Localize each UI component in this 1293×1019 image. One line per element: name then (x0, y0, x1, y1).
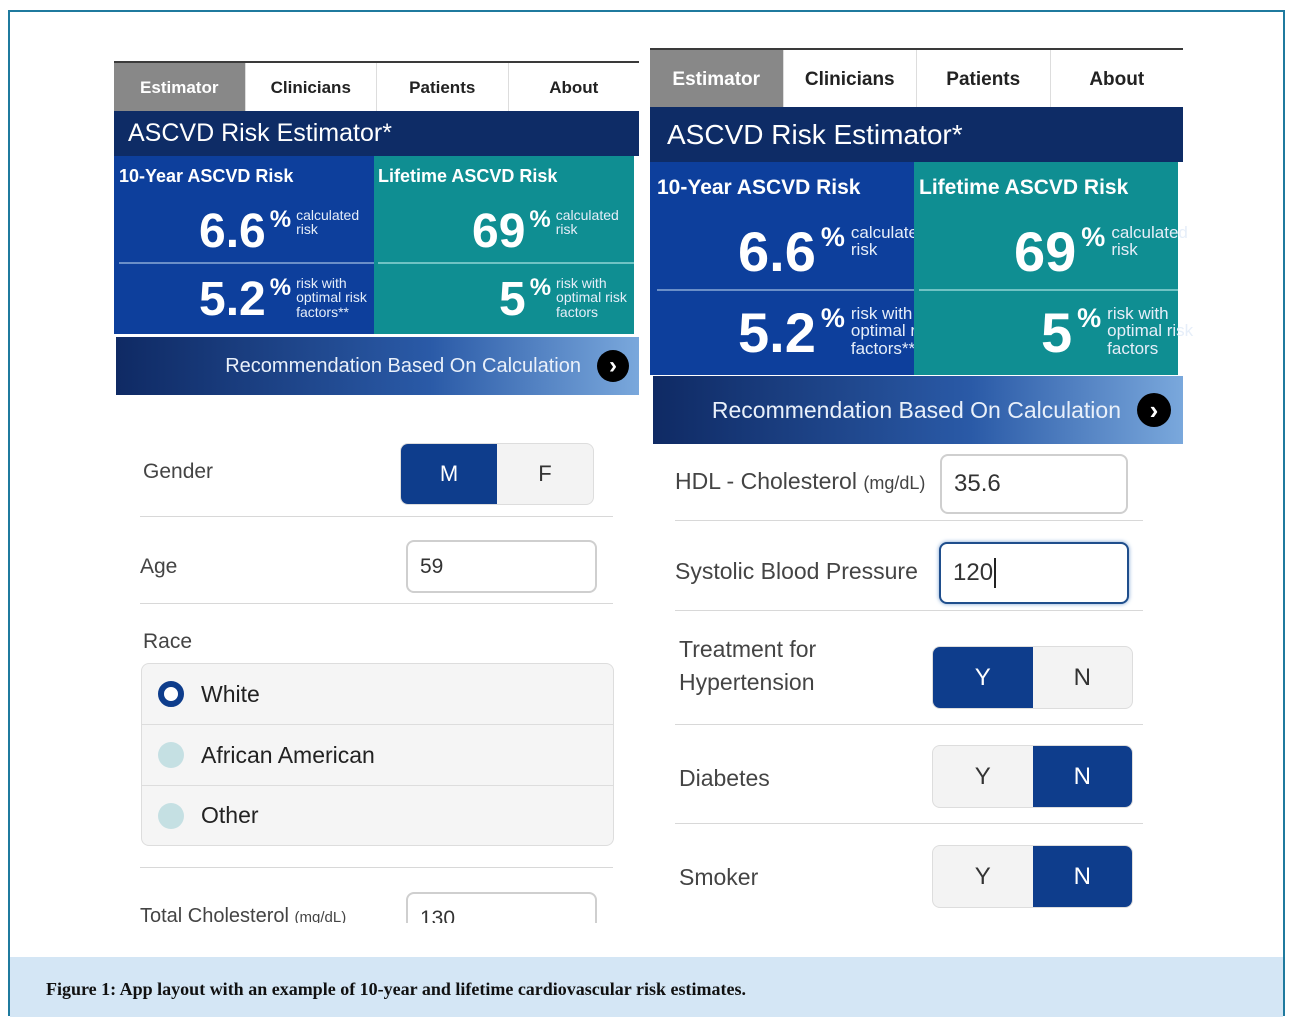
ten-year-calculated-note: calculated risk (296, 207, 360, 238)
divider (378, 262, 634, 264)
hdl-label: HDL - Cholesterol (mg/dL) (675, 468, 926, 494)
diabetes-option-y[interactable]: Y (933, 746, 1033, 807)
risk-panel: 10-Year ASCVD Risk 6.6 % calculated risk… (650, 162, 1193, 375)
lifetime-optimal-note: risk with optimal risk factors (1107, 304, 1194, 358)
age-label: Age (140, 555, 178, 578)
percent-sign: % (269, 274, 292, 301)
smoker-label: Smoker (679, 864, 759, 890)
ten-year-optimal-value: 5.2 (199, 273, 266, 326)
sbp-input[interactable]: 120 (939, 542, 1129, 604)
lifetime-calculated-value: 69 (1014, 220, 1077, 283)
text-cursor (994, 558, 997, 588)
hypertension-label: Treatment for Hypertension (679, 636, 817, 695)
recommendation-label: Recommendation Based On Calculation (711, 396, 1121, 423)
diabetes-toggle: Y N (932, 745, 1133, 808)
smoker-option-y[interactable]: Y (933, 846, 1033, 907)
divider (140, 516, 613, 517)
divider (675, 610, 1143, 611)
divider (675, 520, 1143, 521)
ten-year-panel: 10-Year ASCVD Risk 6.6 % calculated risk… (650, 162, 937, 375)
chevron-right-icon: › (597, 350, 629, 382)
race-option-other[interactable]: Other (142, 786, 613, 845)
tab-patients[interactable]: Patients (377, 63, 509, 113)
percent-sign: % (1077, 303, 1102, 333)
radio-unselected-icon (158, 742, 184, 768)
ten-year-optimal-value: 5.2 (738, 301, 816, 364)
hypertension-toggle: Y N (932, 646, 1133, 709)
race-option-label: African American (201, 741, 375, 768)
gender-option-f[interactable]: F (497, 444, 593, 504)
hdl-input[interactable]: 35.6 (940, 454, 1128, 514)
ten-year-heading: 10-Year ASCVD Risk (657, 176, 861, 199)
percent-sign: % (529, 274, 552, 301)
ten-year-panel: 10-Year ASCVD Risk 6.6 % calculated risk… (114, 156, 374, 334)
divider (657, 289, 914, 291)
tab-about[interactable]: About (509, 63, 640, 113)
percent-sign: % (1081, 222, 1106, 252)
race-option-label: White (201, 680, 260, 707)
race-radio-group: White African American Other (141, 663, 614, 846)
percent-sign: % (269, 206, 292, 233)
percent-sign: % (820, 303, 845, 333)
tab-clinicians[interactable]: Clinicians (246, 63, 377, 113)
diabetes-option-n[interactable]: N (1032, 746, 1132, 807)
tab-estimator[interactable]: Estimator (114, 63, 246, 113)
gender-option-m[interactable]: M (401, 444, 497, 504)
divider (675, 823, 1143, 824)
ten-year-optimal-note: risk with optimal risk factors** (296, 275, 367, 320)
tab-clinicians[interactable]: Clinicians (784, 50, 917, 109)
radio-selected-icon (158, 681, 184, 707)
total-cholesterol-row-clip: Total Cholesterol (mg/dL) 130 (130, 880, 630, 923)
lifetime-calculated-note: calculated risk (555, 207, 619, 238)
lifetime-calculated-note: calculated risk (1111, 223, 1188, 260)
app-title: ASCVD Risk Estimator* (114, 111, 639, 156)
smoker-toggle: Y N (932, 845, 1133, 908)
figure-caption: Figure 1: App layout with an example of … (10, 957, 1283, 1017)
smoker-option-n[interactable]: N (1032, 846, 1132, 907)
gender-toggle: M F (400, 443, 594, 505)
ten-year-calculated-value: 6.6 (199, 205, 266, 258)
divider (675, 724, 1143, 725)
divider (140, 867, 613, 868)
ten-year-calculated-value: 6.6 (738, 220, 816, 283)
lifetime-calculated-value: 69 (472, 205, 526, 258)
sbp-label: Systolic Blood Pressure (675, 558, 918, 584)
tab-bar: Estimator Clinicians Patients About (114, 61, 639, 113)
lifetime-heading: Lifetime ASCVD Risk (919, 176, 1129, 199)
percent-sign: % (820, 222, 845, 252)
hypertension-option-y[interactable]: Y (933, 647, 1033, 708)
risk-panel: 10-Year ASCVD Risk 6.6 % calculated risk… (114, 156, 634, 334)
lifetime-optimal-value: 5 (499, 273, 526, 326)
percent-sign: % (529, 206, 551, 233)
app-title: ASCVD Risk Estimator* (650, 107, 1183, 162)
race-option-african-american[interactable]: African American (142, 725, 613, 785)
race-option-white[interactable]: White (142, 664, 613, 724)
total-cholesterol-label: Total Cholesterol (mg/dL) (140, 905, 347, 923)
tab-about[interactable]: About (1051, 50, 1184, 109)
divider (119, 262, 374, 264)
recommendation-button[interactable]: Recommendation Based On Calculation › (116, 337, 639, 395)
chevron-right-icon: › (1137, 393, 1171, 427)
recommendation-button[interactable]: Recommendation Based On Calculation › (653, 376, 1183, 444)
divider (140, 603, 613, 604)
lifetime-panel: Lifetime ASCVD Risk 69 % calculated risk… (374, 156, 634, 334)
gender-label: Gender (143, 460, 214, 483)
lifetime-heading: Lifetime ASCVD Risk (378, 166, 558, 186)
tab-bar: Estimator Clinicians Patients About (650, 48, 1183, 109)
radio-unselected-icon (158, 802, 184, 829)
lifetime-optimal-note: risk with optimal risk factors (556, 275, 627, 320)
age-input[interactable]: 59 (406, 540, 597, 593)
lifetime-optimal-value: 5 (1041, 301, 1073, 364)
race-label: Race (143, 630, 193, 653)
total-cholesterol-input[interactable]: 130 (406, 892, 597, 923)
hypertension-option-n[interactable]: N (1033, 647, 1133, 708)
ten-year-heading: 10-Year ASCVD Risk (119, 166, 294, 186)
tab-patients[interactable]: Patients (917, 50, 1051, 109)
recommendation-label: Recommendation Based On Calculation (225, 354, 581, 377)
tab-estimator[interactable]: Estimator (650, 50, 784, 109)
lifetime-panel: Lifetime ASCVD Risk 69 % calculated risk… (914, 162, 1193, 375)
divider (919, 289, 1178, 291)
diabetes-label: Diabetes (679, 765, 770, 791)
race-option-label: Other (201, 802, 259, 828)
